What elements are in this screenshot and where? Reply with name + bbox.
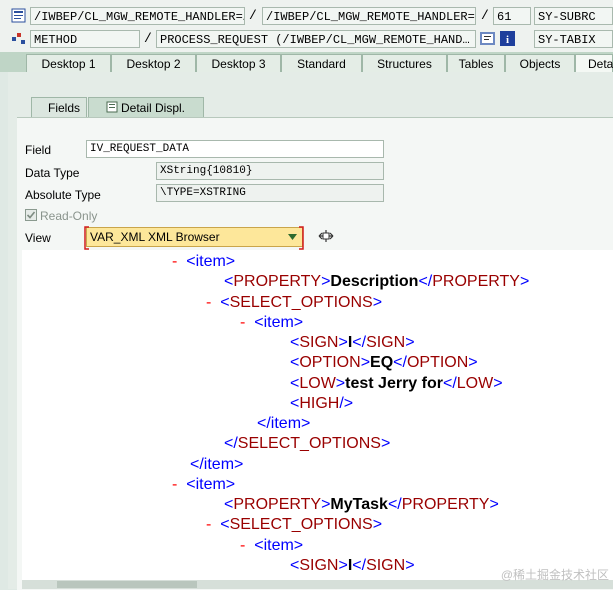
xml-node[interactable]: - <item> <box>240 536 303 556</box>
xml-node[interactable]: - <item> <box>240 313 303 333</box>
separator: / <box>481 8 489 23</box>
xml-node: </SELECT_OPTIONS> <box>224 435 391 452</box>
svg-text:i: i <box>506 34 509 46</box>
xml-node: <OPTION>EQ</OPTION> <box>290 354 478 371</box>
watermark: @稀土掘金技术社区 <box>500 568 609 582</box>
xml-node[interactable]: - <SELECT_OPTIONS> <box>206 515 382 535</box>
data-type-value: XString{10810} <box>156 162 384 180</box>
event-field[interactable]: PROCESS_REQUEST (/IWBEP/CL_MGW_REMOTE_HA… <box>156 30 476 48</box>
separator: / <box>144 31 152 46</box>
scrollbar-thumb[interactable] <box>57 581 197 588</box>
separator: / <box>249 8 257 23</box>
detail-display-icon <box>106 101 118 113</box>
line-field[interactable]: 61 <box>493 7 531 25</box>
chevron-down-icon <box>288 234 297 240</box>
read-only-checkbox[interactable] <box>25 209 37 221</box>
field-label: Field <box>25 143 52 157</box>
xml-node[interactable]: - <item> <box>172 475 235 495</box>
focus-bracket-right <box>299 226 304 250</box>
data-type-label: Data Type <box>25 166 80 180</box>
view-select[interactable]: VAR_XML XML Browser <box>86 227 303 247</box>
tab-structures[interactable]: Structures <box>362 54 447 72</box>
xml-node: </item> <box>190 456 244 473</box>
subtab-fields[interactable]: Fields <box>31 97 87 117</box>
xml-node: <SIGN>I</SIGN> <box>290 334 415 351</box>
sy-subrc-field[interactable]: SY-SUBRC <box>534 7 613 25</box>
view-label: View <box>25 231 51 245</box>
include-field[interactable]: /IWBEP/CL_MGW_REMOTE_HANDLER=… <box>262 7 476 25</box>
tab-tables[interactable]: Tables <box>447 54 505 72</box>
info-icon[interactable]: i <box>500 31 515 46</box>
collapse-toggle[interactable]: - <box>172 253 177 270</box>
view-select-value: VAR_XML XML Browser <box>90 230 220 244</box>
collapse-toggle[interactable]: - <box>206 294 211 311</box>
xml-node: </item> <box>257 415 311 432</box>
tab-details[interactable]: Deta <box>575 54 613 72</box>
program-field[interactable]: /IWBEP/CL_MGW_REMOTE_HANDLER=… <box>30 7 245 25</box>
method-icon <box>12 33 25 44</box>
collapse-toggle[interactable]: - <box>172 476 177 493</box>
read-only-label: Read-Only <box>40 209 98 223</box>
xml-node: <PROPERTY>Description</PROPERTY> <box>224 273 530 290</box>
tab-desktop-2[interactable]: Desktop 2 <box>111 54 196 72</box>
tab-desktop-3[interactable]: Desktop 3 <box>196 54 281 72</box>
xml-node[interactable]: - <SELECT_OPTIONS> <box>206 293 382 313</box>
xml-node: <SIGN>I</SIGN> <box>290 557 415 574</box>
focus-bracket-left <box>84 226 89 250</box>
field-name-input[interactable]: IV_REQUEST_DATA <box>86 140 384 158</box>
collapse-toggle[interactable]: - <box>240 314 245 331</box>
sy-tabix-field[interactable]: SY-TABIX <box>534 30 613 48</box>
xml-browser[interactable]: - <item> <PROPERTY>Description</PROPERTY… <box>22 250 613 580</box>
move-cursor-icon[interactable] <box>317 228 335 244</box>
tab-desktop-1[interactable]: Desktop 1 <box>26 54 111 72</box>
program-icon <box>11 8 26 23</box>
event-type-field[interactable]: METHOD <box>30 30 140 48</box>
xml-node: <HIGH/> <box>290 395 354 412</box>
absolute-type-label: Absolute Type <box>25 188 101 202</box>
tab-standard[interactable]: Standard <box>281 54 362 72</box>
debugger-header: /IWBEP/CL_MGW_REMOTE_HANDLER=… / /IWBEP/… <box>0 0 613 52</box>
display-source-icon[interactable] <box>480 31 495 46</box>
absolute-type-value: \TYPE=XSTRING <box>156 184 384 202</box>
tab-objects[interactable]: Objects <box>505 54 575 72</box>
xml-node: <LOW>test Jerry for</LOW> <box>290 375 503 392</box>
collapse-toggle[interactable]: - <box>240 537 245 554</box>
xml-node: <PROPERTY>MyTask</PROPERTY> <box>224 496 499 513</box>
desktop-tab-strip: Desktop 1 Desktop 2 Desktop 3 Standard S… <box>0 52 613 72</box>
collapse-toggle[interactable]: - <box>206 516 211 533</box>
xml-node[interactable]: - <item> <box>172 252 235 272</box>
